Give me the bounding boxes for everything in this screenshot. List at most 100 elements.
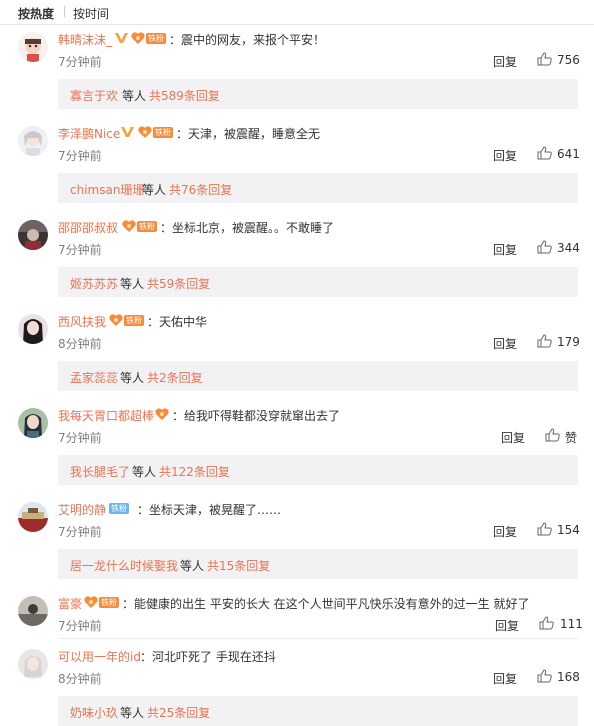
- comment-text: ：天佑中华: [147, 315, 208, 329]
- fan-badge: 铁粉: [122, 220, 160, 233]
- reply-button[interactable]: 回复: [493, 241, 517, 258]
- fan-badge-label: 铁粉: [137, 221, 157, 232]
- fan-badge: 铁粉: [131, 32, 169, 45]
- avatar[interactable]: [18, 220, 48, 250]
- like-label[interactable]: 赞: [565, 429, 577, 446]
- sub-reply-summary[interactable]: 居一龙什么时候娶我 等人 共15条回复: [58, 549, 578, 579]
- sub-reply-summary[interactable]: 姬苏苏苏 等人 共59条回复: [58, 267, 578, 297]
- comment-divider: [58, 638, 578, 639]
- sub-reply-text: 等人: [120, 706, 145, 720]
- sub-reply-total-link[interactable]: 共589条回复: [149, 87, 220, 104]
- verified-v-icon: [115, 33, 128, 43]
- fan-heart-icon: [109, 314, 123, 326]
- thumbs-up-icon[interactable]: [545, 428, 560, 442]
- like-count[interactable]: 168: [557, 670, 580, 684]
- avatar[interactable]: [18, 596, 48, 626]
- avatar[interactable]: [18, 502, 48, 532]
- thumbs-up-icon[interactable]: [537, 669, 552, 683]
- sub-reply-user[interactable]: 居一龙什么时候娶我: [70, 557, 178, 574]
- sub-reply-user[interactable]: 奶味小玖: [70, 704, 118, 721]
- fan-badge: 铁粉: [109, 502, 135, 515]
- fan-heart-icon: [155, 408, 169, 420]
- commenter-name[interactable]: 富豪: [58, 595, 82, 612]
- thumbs-up-icon[interactable]: [537, 522, 552, 536]
- thumbs-up-icon[interactable]: [539, 616, 554, 630]
- sub-reply-user[interactable]: 我长腿毛了: [70, 463, 130, 480]
- reply-button[interactable]: 回复: [493, 523, 517, 540]
- fan-badge-label: 铁粉: [153, 127, 173, 138]
- reply-button[interactable]: 回复: [493, 147, 517, 164]
- avatar[interactable]: [18, 32, 48, 62]
- comment-text: ：坐标北京，被震醒。。不敢睡了: [160, 221, 335, 235]
- sub-reply-text: 等人: [180, 559, 205, 573]
- comment-time: 7分钟前: [58, 431, 102, 445]
- like-count[interactable]: 641: [557, 147, 580, 161]
- fan-badge-label: 铁粉: [146, 33, 166, 44]
- verified-v-icon: [121, 127, 134, 137]
- comment-text: ：能健康的出生 平安的长大 在这个人世间平凡快乐没有意外的过一生 就好了: [122, 597, 530, 611]
- like-count[interactable]: 154: [557, 523, 580, 537]
- commenter-name[interactable]: 可以用一年的id: [58, 648, 141, 665]
- like-count[interactable]: 756: [557, 53, 580, 67]
- avatar[interactable]: [18, 126, 48, 156]
- sub-reply-total-link[interactable]: 共122条回复: [159, 463, 230, 480]
- comment-text: ：给我吓得鞋都没穿就窜出去了: [172, 409, 341, 423]
- reply-button[interactable]: 回复: [493, 670, 517, 687]
- comment-time: 7分钟前: [58, 619, 102, 633]
- sub-reply-summary[interactable]: 奶味小玖 等人 共25条回复: [58, 696, 578, 726]
- comment-time: 7分钟前: [58, 55, 102, 69]
- reply-button[interactable]: 回复: [493, 53, 517, 70]
- comment-text: ：坐标天津，被晃醒了……: [137, 503, 282, 517]
- reply-button[interactable]: 回复: [501, 429, 525, 446]
- sub-reply-summary[interactable]: 寡言于欢 等人 共589条回复: [58, 79, 578, 109]
- avatar[interactable]: [18, 408, 48, 438]
- sub-reply-total-link[interactable]: 共2条回复: [147, 369, 203, 386]
- thumbs-up-icon[interactable]: [537, 334, 552, 348]
- sub-reply-summary[interactable]: 我长腿毛了 等人 共122条回复: [58, 455, 578, 485]
- like-count[interactable]: 179: [557, 335, 580, 349]
- like-count[interactable]: 111: [560, 617, 583, 631]
- comment-time: 7分钟前: [58, 243, 102, 257]
- reply-button[interactable]: 回复: [493, 335, 517, 352]
- reply-button[interactable]: 回复: [495, 617, 519, 634]
- tab-sort-by-hot[interactable]: 按热度: [18, 5, 54, 22]
- sub-reply-user[interactable]: 孟家蕊蕊: [70, 369, 118, 386]
- sub-reply-user[interactable]: 姬苏苏苏: [70, 275, 118, 292]
- sub-reply-text: 等人: [142, 183, 167, 197]
- sub-reply-total-link[interactable]: 共76条回复: [169, 181, 232, 198]
- commenter-name[interactable]: 西风扶我: [58, 313, 106, 330]
- comment-text: ：震中的网友，来报个平安！: [169, 33, 326, 47]
- commenter-name[interactable]: 李泽鹏Nice: [58, 125, 120, 142]
- fan-heart-icon: [122, 220, 136, 232]
- thumbs-up-icon[interactable]: [537, 240, 552, 254]
- commenter-name[interactable]: 我每天胃口都超棒: [58, 407, 154, 424]
- avatar[interactable]: [18, 649, 48, 679]
- avatar[interactable]: [18, 314, 48, 344]
- thumbs-up-icon[interactable]: [537, 146, 552, 160]
- thumbs-up-icon[interactable]: [537, 52, 552, 66]
- sub-reply-user[interactable]: chimsan珊珊: [70, 181, 144, 198]
- tab-separator: [64, 6, 65, 17]
- comment-text: ：河北吓死了 手现在还抖: [140, 650, 276, 664]
- tab-sort-by-time[interactable]: 按时间: [73, 5, 109, 22]
- sub-reply-total-link[interactable]: 共25条回复: [147, 704, 210, 721]
- sort-tabs: 按热度 按时间: [0, 0, 594, 24]
- sub-reply-text: 等人: [120, 277, 145, 291]
- commenter-name[interactable]: 艾明的静: [58, 501, 106, 518]
- comment-text: ：天津，被震醒，睡意全无: [176, 127, 321, 141]
- comment-time: 7分钟前: [58, 149, 102, 163]
- fan-badge: 铁粉: [138, 126, 176, 139]
- commenter-name[interactable]: 邵邵邵叔叔: [58, 219, 118, 236]
- like-count[interactable]: 344: [557, 241, 580, 255]
- commenter-name[interactable]: 韩晴沫沫_: [58, 31, 112, 48]
- sub-reply-summary[interactable]: 孟家蕊蕊 等人 共2条回复: [58, 361, 578, 391]
- comment-time: 8分钟前: [58, 337, 102, 351]
- fan-heart-icon: [131, 32, 145, 44]
- sub-reply-total-link[interactable]: 共59条回复: [147, 275, 210, 292]
- sub-reply-summary[interactable]: chimsan珊珊 等人 共76条回复: [58, 173, 578, 203]
- sub-reply-total-link[interactable]: 共15条回复: [207, 557, 270, 574]
- tabs-divider: [0, 24, 594, 25]
- fan-badge-label: 铁粉: [99, 597, 119, 608]
- fan-heart-icon: [138, 126, 152, 138]
- sub-reply-user[interactable]: 寡言于欢: [70, 87, 118, 104]
